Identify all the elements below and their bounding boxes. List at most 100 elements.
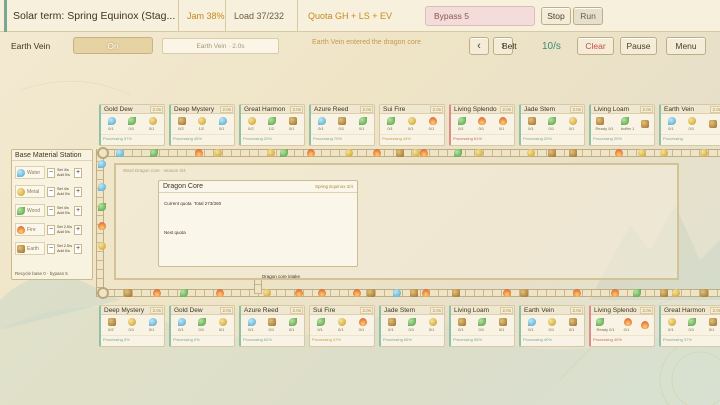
load-indicator: Load 37/232	[225, 0, 284, 32]
input-count: 0/1	[198, 327, 205, 332]
input-count: 0/1	[668, 126, 674, 131]
machine-card[interactable]: Great Harmon 2.0s 0/1 0/1 0/1 Processing 37%	[659, 305, 720, 347]
machine-tag: 2.0s	[220, 105, 233, 113]
increase-button[interactable]: +	[74, 186, 82, 197]
machine-card[interactable]: Great Harmon 2.0s 0/2 1/2 0/1 Processing 20%	[239, 104, 305, 146]
belt-item-earth-icon	[396, 149, 404, 157]
machine-card[interactable]: Gold Dew 2.0s 0/1 0/1 0/1 Processing 0%	[169, 305, 235, 347]
machine-card[interactable]: Living Splendo 2.0s Ready 0/1 0/1 Processing…	[589, 305, 655, 347]
bypass-badge: Bypass 5	[425, 6, 535, 26]
output-count: 0/1	[218, 327, 225, 332]
input-count: 0/2	[248, 126, 254, 131]
belt-item-earth-icon	[660, 289, 668, 297]
machine-card[interactable]: Living Loam 2.0s 0/1 0/1 0/1 Processing 55%	[449, 305, 515, 347]
machine-status: Processing 65%	[381, 335, 444, 343]
belt-item-fire-icon	[98, 222, 106, 230]
wood-icon	[358, 117, 367, 125]
machine-card[interactable]: Jade Stem 2.0s 0/1 0/1 0/1 Processing 65%	[379, 305, 445, 347]
wood-icon	[387, 117, 396, 125]
machine-status: Processing 40%	[521, 335, 584, 343]
output-count: 0/1	[288, 327, 295, 332]
belt-item-earth-icon	[520, 289, 528, 297]
top-gear-icon	[97, 147, 109, 159]
metal-icon	[428, 318, 437, 326]
input-count: 0/1	[458, 126, 464, 131]
machine-card[interactable]: Living Splendo 2.0s 0/1 0/1 0/1 Processing 61…	[449, 104, 515, 146]
increase-button[interactable]: +	[74, 205, 82, 216]
rate-values: Set 2.5/s Add 0/s	[57, 225, 72, 234]
belt-item-fire-icon	[216, 289, 224, 297]
increase-button[interactable]: +	[74, 167, 82, 178]
water-icon	[248, 318, 257, 326]
input-count: 0/1	[268, 327, 275, 332]
station-row: Metal − Set 4/s Add 0/s +	[15, 184, 91, 199]
belt-item-metal-icon	[98, 242, 106, 250]
machine-name: Earth Vein	[524, 306, 554, 314]
belt-item-fire-icon	[153, 289, 161, 297]
belt-item-fire-icon	[353, 289, 361, 297]
input-count: 0/1	[408, 327, 415, 332]
belt-item-wood-icon	[454, 149, 462, 157]
belt-item-metal-icon	[263, 289, 271, 297]
wood-icon	[17, 206, 25, 215]
input-count: 0/1	[388, 327, 394, 332]
machine-name: Great Harmon	[244, 105, 286, 113]
input-count: 0/1	[248, 327, 254, 332]
station-row: Wood − Set 4/s Add 0/s +	[15, 203, 91, 218]
increase-button[interactable]: +	[74, 224, 82, 235]
machine-status: Processing 40%	[591, 335, 654, 343]
machine-card[interactable]: Sui Fire 2.0s 0/1 0/1 0/1 Processing 47%	[309, 305, 375, 347]
output-count: 0/1	[218, 126, 225, 131]
material-name: Metal	[27, 188, 40, 195]
decrease-button[interactable]: −	[47, 186, 55, 197]
station-title: Base Material Station	[12, 150, 92, 161]
machine-card[interactable]: Jade Stem 2.0s 0/1 0/1 0/1 Processing 20%	[519, 104, 585, 146]
machine-card[interactable]: Living Loam 2.0s Ready 0/1 buffer 1 Processi…	[589, 104, 655, 146]
bottom-belt	[96, 289, 720, 297]
machine-status: Processing 62%	[241, 335, 304, 343]
jam-indicator: Jam 38%	[178, 0, 225, 32]
decrease-button[interactable]: −	[47, 205, 55, 216]
machine-card[interactable]: Deep Mystery 2.0s 0/2 0/1 0/1 Processing 0%	[99, 305, 165, 347]
machine-card[interactable]: Azure Reed 2.0s 0/1 0/1 0/1 Processing 62%	[239, 305, 305, 347]
wood-icon	[198, 318, 207, 326]
output-count: 0/1	[428, 126, 435, 131]
input-count: 0/1	[128, 126, 135, 131]
input-count: 0/1	[548, 126, 555, 131]
wood-icon	[408, 318, 417, 326]
belt-item-water-icon	[116, 149, 124, 157]
belt-item-wood-icon	[633, 289, 641, 297]
input-count: 0/1	[688, 327, 695, 332]
input-count: 0/2	[108, 327, 114, 332]
decrease-button[interactable]: −	[47, 167, 55, 178]
belt-item-earth-icon	[367, 289, 375, 297]
belt-item-metal-icon	[267, 149, 275, 157]
decrease-button[interactable]: −	[47, 243, 55, 254]
wood-icon	[688, 318, 697, 326]
machine-name: Gold Dew	[104, 105, 133, 113]
belt-item-metal-icon	[412, 149, 420, 157]
run-button[interactable]: Run	[573, 7, 603, 25]
stop-button[interactable]: Stop	[541, 7, 571, 25]
machine-card[interactable]: Gold Dew 2.0s 0/1 0/1 0/1 Processing 57%	[99, 104, 165, 146]
metal-icon	[198, 117, 207, 125]
rate-values: Set 2.5/s Add 0/s	[57, 244, 72, 253]
dragon-core-card: Dragon Core Spring Equinox 3/4	[158, 180, 358, 267]
machine-tag: 2.0s	[710, 105, 720, 113]
machine-card[interactable]: Earth Vein 2.0s 0/1 0/1 Processing	[659, 104, 720, 146]
increase-button[interactable]: +	[74, 243, 82, 254]
machine-name: Jade Stem	[524, 105, 556, 113]
belt-item-fire-icon	[318, 289, 326, 297]
output-count: 0/1	[148, 327, 155, 332]
machine-tag: 2.0s	[500, 105, 513, 113]
metal-icon	[17, 187, 25, 196]
metal-icon	[248, 117, 257, 125]
wood-icon	[128, 117, 137, 125]
machine-card[interactable]: Sui Fire 2.0s 0/1 0/1 0/1 Processing 44%	[379, 104, 445, 146]
metal-icon	[568, 117, 577, 125]
machine-card[interactable]: Azure Reed 2.0s 0/1 0/1 0/1 Processing 70%	[309, 104, 375, 146]
machine-card[interactable]: Deep Mystery 2.0s 0/2 1/2 0/1 Processing 45%	[169, 104, 235, 146]
decrease-button[interactable]: −	[47, 224, 55, 235]
machine-tag: 2.0s	[360, 306, 373, 314]
machine-card[interactable]: Earth Vein 2.0s 0/1 0/1 0/1 Processing 40%	[519, 305, 585, 347]
